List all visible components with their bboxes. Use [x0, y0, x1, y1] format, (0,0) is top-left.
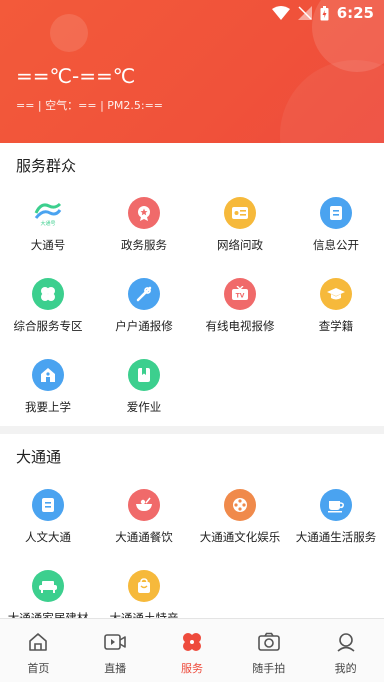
video-icon: [104, 634, 126, 650]
service-item-life-services[interactable]: 大通通生活服务: [288, 489, 384, 545]
tab-label: 首页: [27, 662, 50, 675]
clover-icon: [32, 278, 64, 310]
item-label: 我要上学: [25, 400, 71, 414]
item-label: 大通通餐饮: [115, 530, 173, 544]
item-label: 网络问政: [217, 238, 263, 252]
weather-temperature: ==℃-==℃: [16, 64, 136, 88]
service-item-entertainment[interactable]: 大通通文化娱乐: [192, 489, 288, 545]
bowl-icon: [128, 489, 160, 521]
tab-home[interactable]: 首页: [0, 619, 77, 682]
item-label: 大通通土特产: [109, 611, 179, 618]
status-bar: 6:25: [0, 0, 384, 26]
shopping-bag-icon: [128, 570, 160, 602]
item-label: 综合服务专区: [13, 319, 83, 333]
datong-logo-icon: 大通号: [32, 197, 64, 229]
graduation-cap-icon: [320, 278, 352, 310]
battery-charging-icon: [320, 5, 329, 20]
tab-label: 随手拍: [252, 662, 286, 675]
decor-bubble: [280, 60, 384, 143]
service-item-info-disclosure[interactable]: 信息公开: [288, 197, 384, 253]
tab-label: 直播: [104, 662, 127, 675]
section-public-services: 服务群众 大通号 大通号 政务服务 网络问政 信息公开 综合服务专区 户户通报修…: [0, 143, 384, 426]
coffee-cup-icon: [320, 489, 352, 521]
home-icon: [29, 633, 48, 651]
service-item-dining[interactable]: 大通通餐饮: [96, 489, 192, 545]
item-label: 大通通文化娱乐: [199, 530, 281, 544]
service-item-student-records[interactable]: 查学籍: [288, 278, 384, 334]
item-label: 爱作业: [126, 400, 162, 414]
service-item-datong-hao[interactable]: 大通号 大通号: [0, 197, 96, 253]
item-label: 政务服务: [121, 238, 167, 252]
status-time: 6:25: [336, 4, 374, 22]
bottom-tab-bar: 首页 直播 服务 随手拍 我的: [0, 618, 384, 682]
item-label: 大通通家居建材: [7, 611, 89, 618]
service-item-comprehensive[interactable]: 综合服务专区: [0, 278, 96, 334]
item-label: 信息公开: [313, 238, 359, 252]
school-icon: [32, 359, 64, 391]
sofa-icon: [32, 570, 64, 602]
svg-text:大通号: 大通号: [40, 220, 55, 226]
item-label: 查学籍: [318, 319, 354, 333]
service-item-go-to-school[interactable]: 我要上学: [0, 359, 96, 415]
weather-details: == | 空气：== | PM2.5:==: [16, 99, 164, 112]
service-item-homework[interactable]: 爱作业: [96, 359, 192, 415]
section-datongtong: 大通通 人文大通 大通通餐饮 大通通文化娱乐 大通通生活服务 大通通家居建材 大…: [0, 434, 384, 618]
tab-profile[interactable]: 我的: [307, 619, 384, 682]
tv-icon: TV: [224, 278, 256, 310]
svg-text:TV: TV: [236, 293, 245, 300]
section-title: 服务群众: [16, 157, 77, 175]
document-icon: [32, 489, 64, 521]
header-banner: 6:25 ==℃-==℃ == | 空气：== | PM2.5:==: [0, 0, 384, 143]
star-badge-icon: [128, 197, 160, 229]
service-item-online-inquiry[interactable]: 网络问政: [192, 197, 288, 253]
item-label: 大通通生活服务: [295, 530, 377, 544]
item-label: 人文大通: [25, 530, 71, 544]
profile-icon: [337, 633, 355, 652]
tab-snapshot[interactable]: 随手拍: [230, 619, 307, 682]
wrench-icon: [128, 278, 160, 310]
service-item-home-building[interactable]: 大通通家居建材: [0, 570, 96, 618]
signal-off-icon: [297, 6, 312, 20]
service-item-culture[interactable]: 人文大通: [0, 489, 96, 545]
film-reel-icon: [224, 489, 256, 521]
item-label: 户户通报修: [115, 319, 173, 333]
section-title: 大通通: [16, 448, 62, 466]
item-label: 有线电视报修: [205, 319, 275, 333]
document-icon: [320, 197, 352, 229]
item-label: 大通号: [30, 238, 66, 252]
tab-services[interactable]: 服务: [154, 619, 231, 682]
ticket-icon: [224, 197, 256, 229]
service-item-local-specialties[interactable]: 大通通土特产: [96, 570, 192, 618]
service-item-cable-tv-repair[interactable]: TV 有线电视报修: [192, 278, 288, 334]
camera-icon: [257, 632, 280, 651]
tab-live[interactable]: 直播: [77, 619, 154, 682]
tab-label: 服务: [180, 662, 203, 675]
wifi-icon: [271, 6, 290, 20]
bookmark-book-icon: [128, 359, 160, 391]
tab-label: 我的: [334, 662, 357, 675]
service-item-government[interactable]: 政务服务: [96, 197, 192, 253]
services-icon: [182, 633, 201, 651]
service-item-satellite-repair[interactable]: 户户通报修: [96, 278, 192, 334]
